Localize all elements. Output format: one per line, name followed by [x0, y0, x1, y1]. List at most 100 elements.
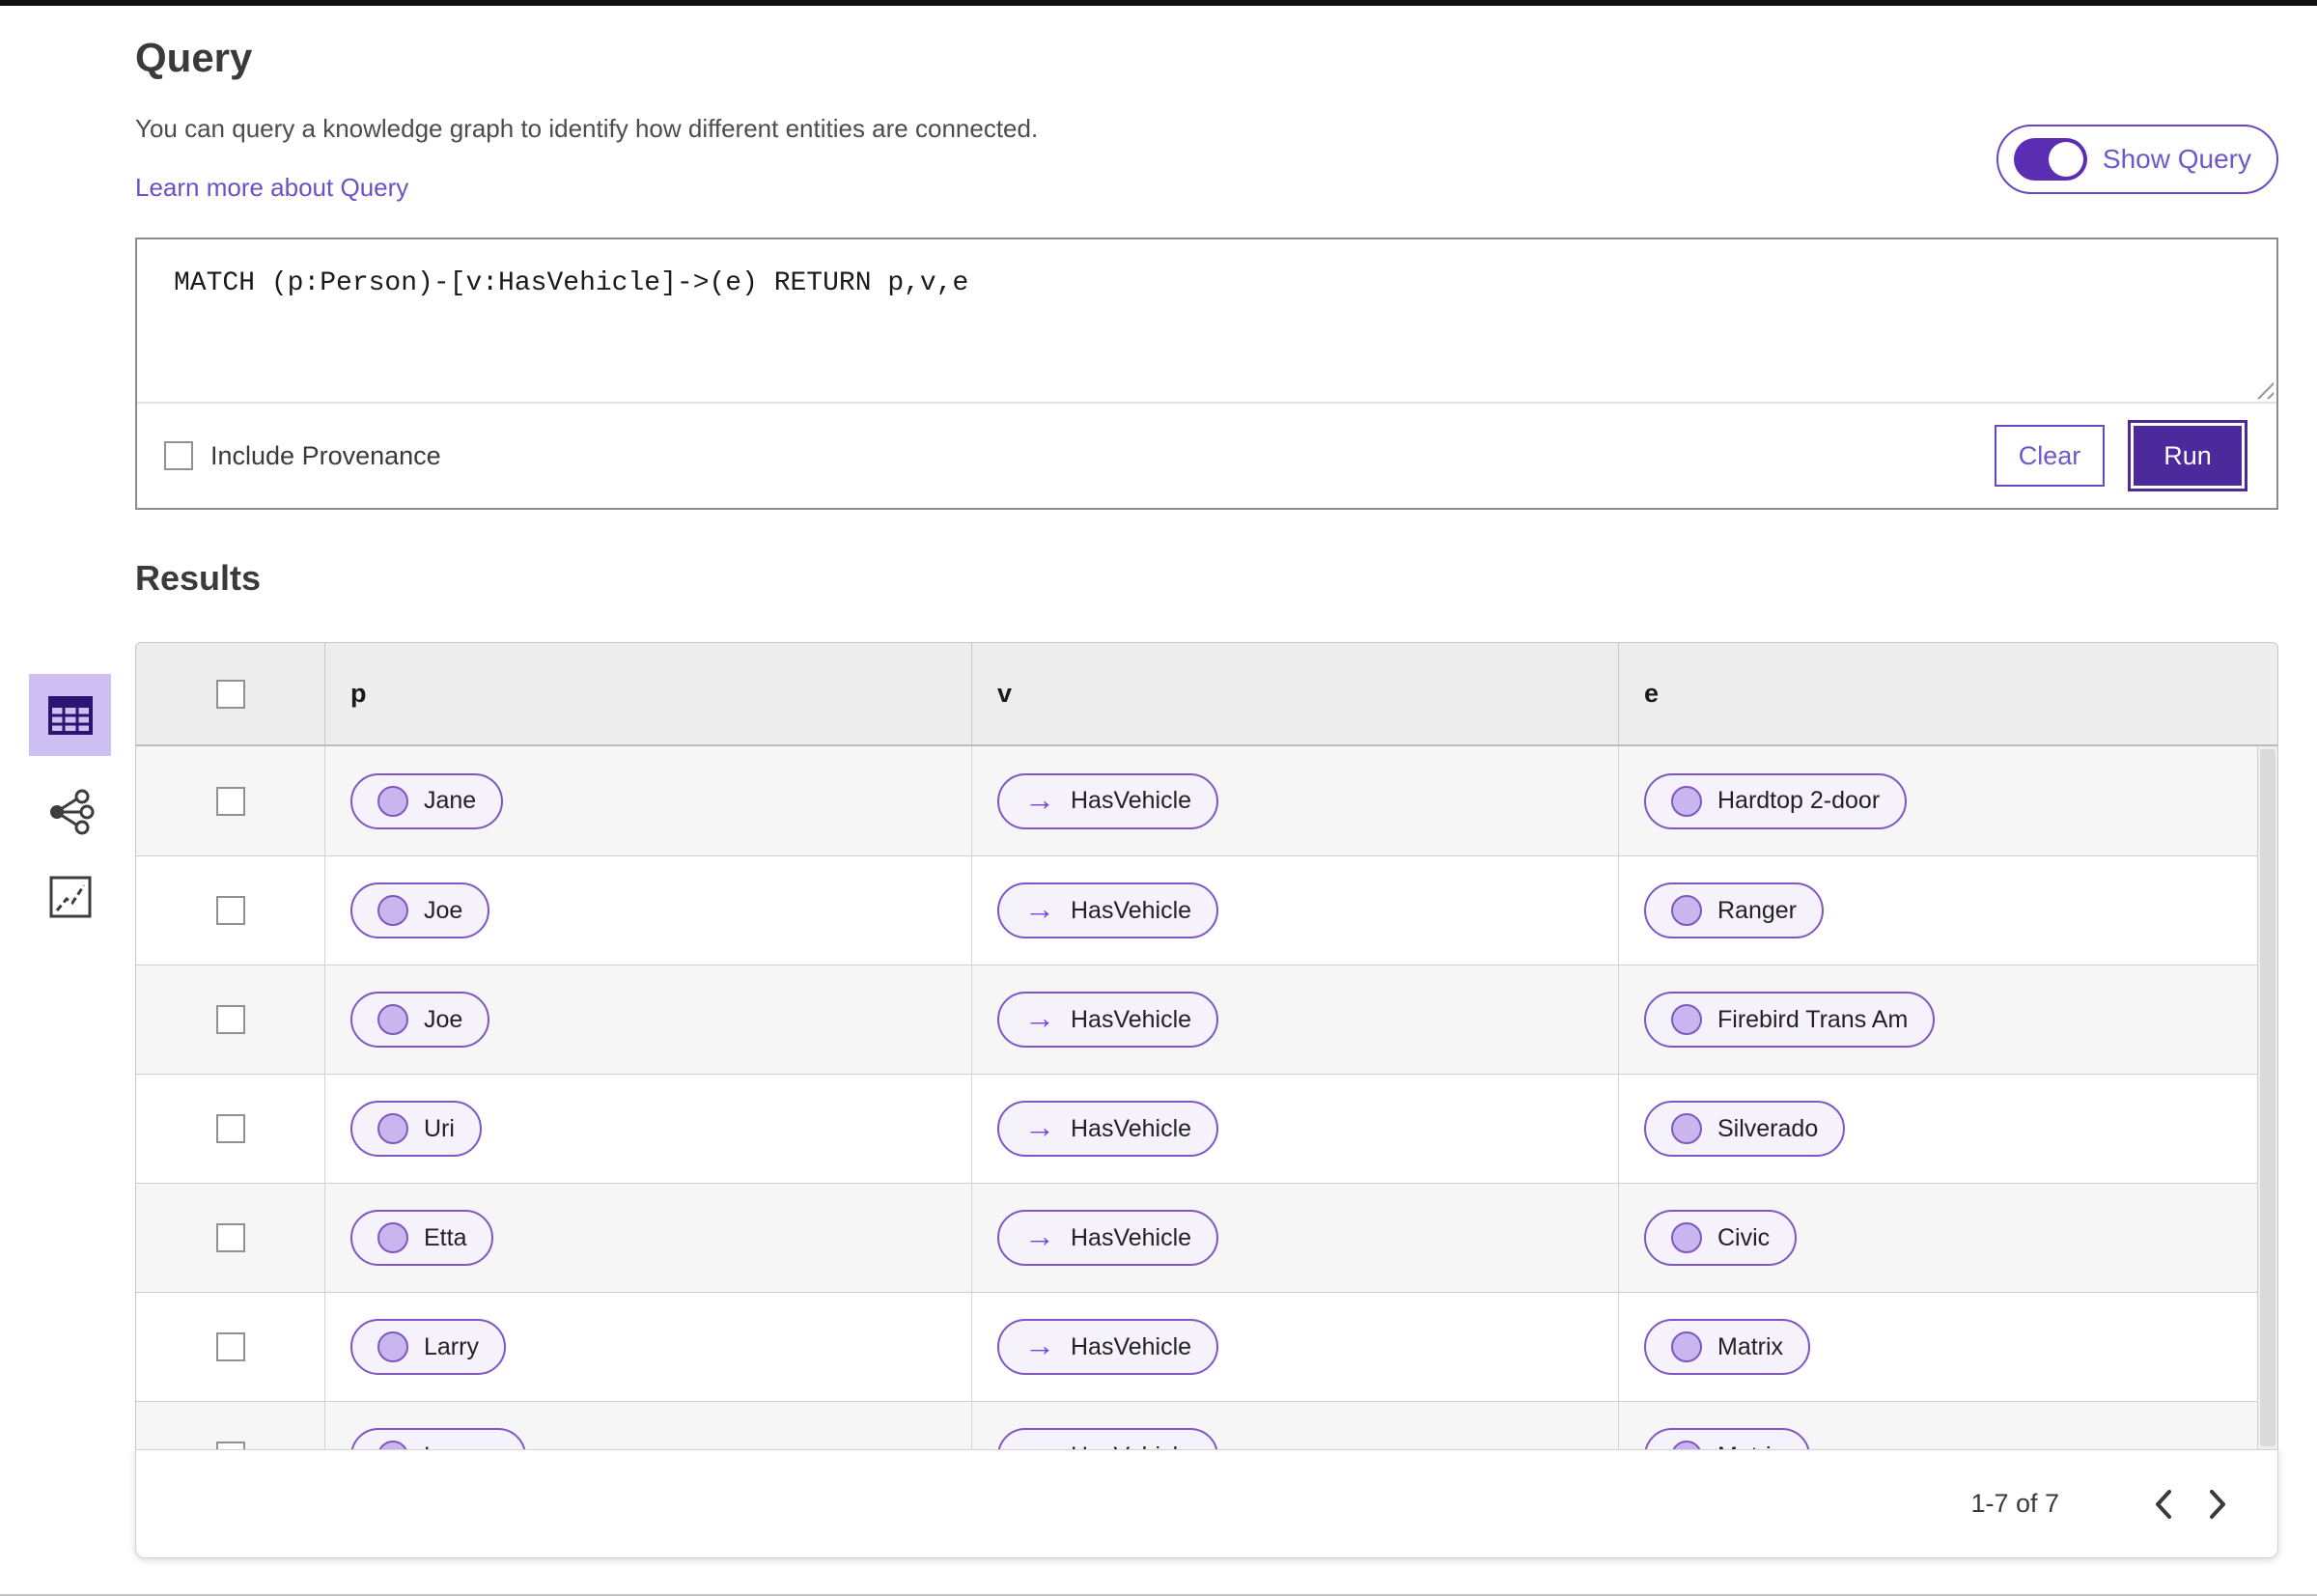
query-editor-card: MATCH (p:Person)-[v:HasVehicle]->(e) RET… [135, 238, 2278, 510]
cell-e: Ranger [1618, 856, 2277, 965]
row-checkbox-cell [136, 1402, 324, 1449]
table-scrollbar [2257, 746, 2277, 1449]
select-all-checkbox[interactable] [215, 679, 245, 709]
arrow-right-icon: → [1024, 1109, 1055, 1144]
edge-pill[interactable]: → HasVehicle [997, 772, 1219, 829]
node-pill[interactable]: Etta [350, 1210, 494, 1266]
cell-p: Larry [324, 1293, 971, 1401]
cell-p: Etta [324, 1184, 971, 1292]
cell-p: Uri [324, 1075, 971, 1183]
cell-v: → HasVehicle [971, 856, 1618, 965]
cell-v: → HasVehicle [971, 1075, 1618, 1183]
include-provenance-checkbox[interactable] [164, 441, 193, 470]
row-checkbox[interactable] [215, 1223, 245, 1252]
node-pill[interactable]: Larry [350, 1319, 506, 1375]
node-pill[interactable]: Joe [350, 992, 490, 1048]
toggle-switch-icon[interactable] [2013, 138, 2087, 181]
node-pill[interactable]: Uri [350, 1101, 482, 1157]
page-title: Query [135, 35, 253, 80]
edge-pill[interactable]: → HasVehicle [997, 1428, 1219, 1449]
table-row: Etta → HasVehicle Civic [136, 1183, 2277, 1292]
node-pill[interactable]: Lauren [350, 1428, 526, 1449]
node-label: Uri [424, 1114, 455, 1142]
node-pill[interactable]: Hardtop 2-door [1644, 772, 1908, 829]
cell-v: → HasVehicle [971, 1402, 1618, 1449]
row-checkbox-cell [136, 856, 324, 965]
node-pill[interactable]: Firebird Trans Am [1644, 992, 1936, 1048]
edge-label: HasVehicle [1071, 896, 1192, 924]
row-checkbox-cell [136, 746, 324, 855]
show-query-label: Show Query [2102, 144, 2251, 174]
arrow-right-icon: → [1024, 1000, 1055, 1035]
cell-e: Firebird Trans Am [1618, 966, 2277, 1074]
node-label: Etta [424, 1223, 467, 1251]
cell-v: → HasVehicle [971, 1293, 1618, 1401]
node-pill[interactable]: Civic [1644, 1210, 1798, 1266]
column-header-v: v [971, 643, 1618, 744]
chart-view-button[interactable] [42, 868, 99, 926]
cell-e: Hardtop 2-door [1618, 746, 2277, 855]
table-row: Larry → HasVehicle Matrix [136, 1292, 2277, 1401]
edge-label: HasVehicle [1071, 1005, 1192, 1033]
show-query-toggle[interactable]: Show Query [1996, 125, 2278, 194]
edge-pill[interactable]: → HasVehicle [997, 1319, 1219, 1375]
graph-view-icon [49, 789, 94, 835]
cell-p: Lauren [324, 1402, 971, 1449]
arrow-right-icon: → [1024, 781, 1055, 817]
cell-e: Civic [1618, 1184, 2277, 1292]
node-circle-icon [377, 1441, 408, 1449]
row-checkbox[interactable] [215, 1442, 245, 1449]
edge-pill[interactable]: → HasVehicle [997, 1210, 1219, 1266]
node-circle-icon [377, 1331, 408, 1362]
node-label: Lauren [424, 1442, 499, 1450]
row-checkbox[interactable] [215, 1332, 245, 1361]
node-label: Matrix [1717, 1442, 1783, 1450]
cell-e: Silverado [1618, 1075, 2277, 1183]
cell-v: → HasVehicle [971, 746, 1618, 855]
clear-button[interactable]: Clear [1995, 425, 2105, 487]
run-button[interactable]: Run [2128, 420, 2247, 491]
table-row: Uri → HasVehicle Silverado [136, 1074, 2277, 1183]
edge-label: HasVehicle [1071, 1114, 1192, 1142]
node-pill[interactable]: Jane [350, 772, 504, 829]
node-label: Ranger [1717, 896, 1797, 924]
header-checkbox-cell [136, 643, 324, 744]
cell-v: → HasVehicle [971, 966, 1618, 1074]
edge-pill[interactable]: → HasVehicle [997, 882, 1219, 938]
node-circle-icon [1671, 895, 1702, 926]
row-checkbox-cell [136, 966, 324, 1074]
node-label: Jane [424, 787, 477, 814]
node-pill[interactable]: Joe [350, 882, 490, 938]
row-checkbox[interactable] [215, 786, 245, 816]
row-checkbox-cell [136, 1075, 324, 1183]
node-circle-icon [377, 1113, 408, 1144]
pagination-next-button[interactable] [2191, 1477, 2245, 1531]
graph-view-button[interactable] [42, 783, 99, 841]
node-pill[interactable]: Matrix [1644, 1319, 1811, 1375]
pagination-prev-button[interactable] [2136, 1477, 2191, 1531]
main-content: Query You can query a knowledge graph to… [135, 6, 2278, 1558]
node-circle-icon [1671, 1222, 1702, 1253]
query-page: Query You can query a knowledge graph to… [0, 0, 2317, 1596]
row-checkbox[interactable] [215, 896, 245, 925]
node-label: Joe [424, 1005, 463, 1033]
node-pill[interactable]: Matrix [1644, 1428, 1811, 1450]
table-view-button[interactable] [29, 674, 111, 756]
table-row: Joe → HasVehicle Firebird Trans Am [136, 965, 2277, 1074]
row-checkbox[interactable] [215, 1114, 245, 1143]
node-pill[interactable]: Silverado [1644, 1101, 1846, 1157]
edge-pill[interactable]: → HasVehicle [997, 1101, 1219, 1157]
table-row: Jane → HasVehicle Hardtop 2-door [136, 746, 2277, 855]
table-row: Joe → HasVehicle Ranger [136, 855, 2277, 965]
cell-v: → HasVehicle [971, 1184, 1618, 1292]
edge-pill[interactable]: → HasVehicle [997, 992, 1219, 1048]
node-pill[interactable]: Ranger [1644, 882, 1824, 938]
results-title: Results [135, 558, 262, 598]
learn-more-link[interactable]: Learn more about Query [135, 173, 408, 203]
row-checkbox[interactable] [215, 1005, 245, 1034]
node-circle-icon [1671, 1004, 1702, 1035]
query-input[interactable]: MATCH (p:Person)-[v:HasVehicle]->(e) RET… [137, 239, 2276, 402]
row-checkbox-cell [136, 1184, 324, 1292]
scrollbar-thumb[interactable] [2260, 749, 2275, 1446]
column-header-p: p [324, 643, 971, 744]
